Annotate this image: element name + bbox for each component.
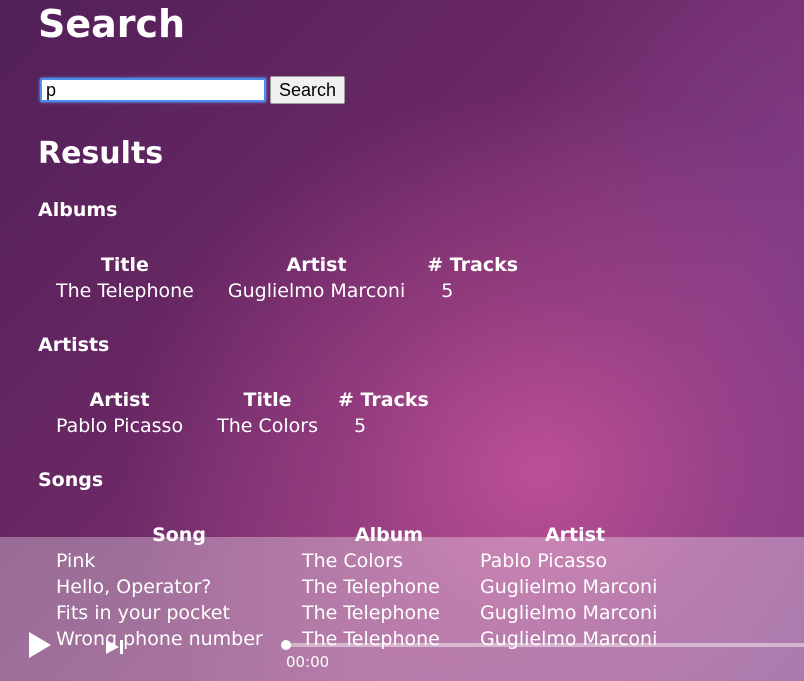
album-tracks-cell: 5 [441,280,454,302]
column-header-title: Title [243,389,292,411]
table-row[interactable]: Pablo Picasso The Colors 5 [52,413,429,439]
albums-section-title: Albums [38,199,118,221]
progress-knob[interactable] [281,640,291,650]
skip-next-icon[interactable] [106,640,124,654]
search-form: Search [40,76,346,104]
progress-track[interactable] [286,643,804,647]
artists-table: Artist Title # Tracks Pablo Picasso The … [52,387,429,439]
time-label: 00:00 [286,653,330,671]
player-bar [0,537,804,681]
column-header-artist: Artist [286,254,347,276]
songs-section-title: Songs [38,469,104,491]
column-header-artist: Artist [89,389,150,411]
page-title: Search [38,2,186,46]
artist-album-cell[interactable]: The Colors [183,413,318,439]
column-header-tracks: # Tracks [337,389,429,411]
artists-section-title: Artists [38,334,110,356]
table-row[interactable]: The Telephone Guglielmo Marconi 5 [52,278,518,304]
column-header-tracks: # Tracks [427,254,519,276]
album-title-cell[interactable]: The Telephone [52,278,194,304]
albums-table: Title Artist # Tracks The Telephone Gugl… [52,252,518,304]
search-button[interactable]: Search [270,76,346,104]
album-artist-cell[interactable]: Guglielmo Marconi [194,278,405,304]
play-icon[interactable] [29,632,51,658]
table-header-row: Artist Title # Tracks [52,387,429,413]
artist-tracks-cell: 5 [353,415,367,437]
table-header-row: Title Artist # Tracks [52,252,518,278]
results-title: Results [38,136,164,171]
search-input[interactable] [40,78,266,102]
artist-name-cell[interactable]: Pablo Picasso [52,413,183,439]
column-header-title: Title [100,254,149,276]
